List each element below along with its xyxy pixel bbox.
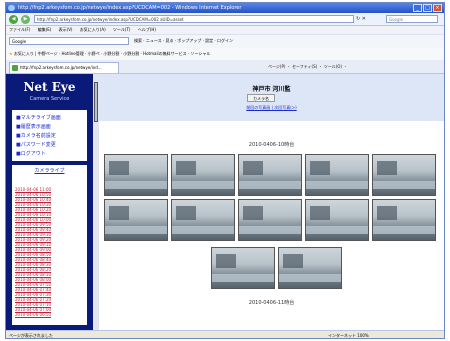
camera-thumbnail[interactable]: [211, 247, 275, 289]
google-toolbar-items: 検索 · ニュース · 見る · ポップアップ · 設定 · ログイン: [134, 38, 233, 43]
camera-thumbnail[interactable]: [278, 247, 342, 289]
sidebar-item[interactable]: ■マルチライブ画面: [16, 114, 61, 121]
sidebar-item[interactable]: ■履歴表示画面: [16, 123, 51, 130]
menu-file[interactable]: ファイル(F): [9, 27, 30, 32]
fav-item[interactable]: 小野分割: [103, 51, 119, 56]
camera-thumbnail[interactable]: [171, 199, 235, 241]
page-icon: [12, 65, 18, 71]
menu-edit[interactable]: 編集(E): [38, 27, 52, 32]
toolbar-popup[interactable]: ポップアップ: [177, 38, 201, 43]
sidebar-item[interactable]: ■カメラ名前設定: [16, 132, 56, 139]
window-title: http://fnp2.arkeysfom.co.jp/netwye/index…: [18, 5, 242, 11]
url-field[interactable]: http://fnp2.arkeysfom.co.jp/netwye/index…: [34, 15, 354, 23]
sidebar: Net Eye Camera Service ■マルチライブ画面 ■履歴表示画面…: [6, 74, 93, 330]
camera-thumbnail[interactable]: [171, 154, 235, 196]
close-button[interactable]: ×: [433, 4, 442, 12]
tab-bar: http://fnp2.arkeysfom.co.jp/netwye/ind..…: [6, 60, 444, 74]
page-title: 神戸市 河川監: [252, 86, 291, 93]
favorites-star-icon[interactable]: ★: [9, 51, 13, 56]
toolbar-login[interactable]: ログイン: [217, 38, 233, 43]
toolbar-view[interactable]: 見る: [165, 38, 173, 43]
browser-window: http://fnp2.arkeysfom.co.jp/netwye/index…: [5, 2, 445, 339]
logo-subtitle: Camera Service: [29, 96, 70, 102]
camera-thumbnail[interactable]: [372, 154, 436, 196]
logo: Net Eye: [23, 80, 76, 94]
camera-name-button[interactable]: カメラ名: [247, 94, 275, 102]
forward-icon[interactable]: ▶: [21, 15, 30, 24]
date-label-bottom: 2010-0406-11時台: [248, 300, 295, 306]
favorites-label[interactable]: お気に入り: [14, 51, 34, 56]
fav-item[interactable]: ソーシャル: [191, 51, 211, 56]
menu-view[interactable]: 表示(V): [59, 27, 73, 32]
title-bar: http://fnp2.arkeysfom.co.jp/netwye/index…: [6, 3, 444, 13]
back-icon[interactable]: ◀: [9, 15, 18, 24]
google-search-input[interactable]: Google: [9, 37, 129, 45]
camera-header-link[interactable]: カメラライブ: [12, 167, 87, 174]
toolbar-news[interactable]: ニュース: [146, 38, 162, 43]
scrollbar-thumb[interactable]: [94, 82, 98, 122]
fav-item[interactable]: 小野分割: [123, 51, 139, 56]
sidebar-menu: ■マルチライブ画面 ■履歴表示画面 ■カメラ名前設定 ■パスワード変更 ■ログア…: [12, 110, 87, 161]
camera-link[interactable]: 2010-04-06 06:50: [15, 312, 51, 317]
list-header: 1 静止画一覧: [34, 178, 65, 184]
address-bar: ◀ ▶ http://fnp2.arkeysfom.co.jp/netwye/i…: [6, 13, 444, 26]
camera-thumbnail[interactable]: [104, 154, 168, 196]
sidebar-item[interactable]: ■パスワード変更: [16, 141, 56, 148]
google-toolbar: Google 検索 · ニュース · 見る · ポップアップ · 設定 · ログ…: [6, 34, 444, 49]
sidebar-item[interactable]: ■ログアウト: [16, 150, 46, 157]
menu-tools[interactable]: ツール(T): [113, 27, 131, 32]
camera-thumbnail[interactable]: [305, 154, 369, 196]
camera-thumbnail[interactable]: [305, 199, 369, 241]
refresh-stop-icons[interactable]: ↻ ✕: [356, 16, 366, 22]
nav-links[interactable]: 前回の写真画 | 次回写真(>): [99, 105, 444, 111]
status-zone: インターネット 100%: [328, 333, 369, 338]
camera-thumbnail[interactable]: [238, 199, 302, 241]
camera-list: カメラライブ 1 静止画一覧 2010-04-06 11:00 2010-04-0…: [12, 165, 87, 325]
maximize-button[interactable]: □: [423, 4, 432, 12]
menu-help[interactable]: ヘルプ(H): [138, 27, 156, 32]
toolbar-settings[interactable]: 設定: [205, 38, 213, 43]
tab-title: http://fnp2.arkeysfom.co.jp/netwye/ind..…: [20, 65, 102, 70]
window-controls: _ □ ×: [413, 4, 442, 12]
fav-item[interactable]: 中野ページ: [38, 51, 58, 56]
fav-item[interactable]: Hotline管理: [62, 51, 84, 56]
page-content: Net Eye Camera Service ■マルチライブ画面 ■履歴表示画面…: [6, 74, 444, 330]
header-frame: 神戸市 河川監 カメラ名 前回の写真画 | 次回写真(>): [99, 74, 444, 121]
thumbnail-area: 2010-0406-10時台 2010-0406-11時台: [99, 121, 444, 330]
date-label-top: 2010-0406-10時台: [248, 142, 295, 148]
ie-icon: [8, 5, 15, 11]
fav-item[interactable]: 小野ペ: [88, 51, 100, 56]
toolbar-search[interactable]: 検索: [134, 38, 142, 43]
camera-thumbnail[interactable]: [238, 154, 302, 196]
status-text: ページが表示されました: [9, 333, 53, 338]
fav-item[interactable]: Hotmailの無料サービス: [143, 51, 187, 56]
favorites-bar: ★ お気に入り | 中野ページ · Hotline管理 · 小野ペ · 小野分割…: [6, 48, 444, 60]
status-bar: ページが表示されました インターネット 100%: [6, 330, 444, 338]
camera-thumbnail[interactable]: [104, 199, 168, 241]
menu-favorites[interactable]: お気に入り(A): [80, 27, 106, 32]
menu-bar: ファイル(F) 編集(E) 表示(V) お気に入り(A) ツール(T) ヘルプ(…: [6, 26, 444, 34]
search-input[interactable]: Google: [386, 15, 438, 23]
camera-thumbnail[interactable]: [372, 199, 436, 241]
command-bar[interactable]: ページ(P) ・ セーフティ(S) ・ ツール(O) ・: [268, 62, 347, 72]
minimize-button[interactable]: _: [413, 4, 422, 12]
browser-tab[interactable]: http://fnp2.arkeysfom.co.jp/netwye/ind..…: [9, 62, 119, 73]
